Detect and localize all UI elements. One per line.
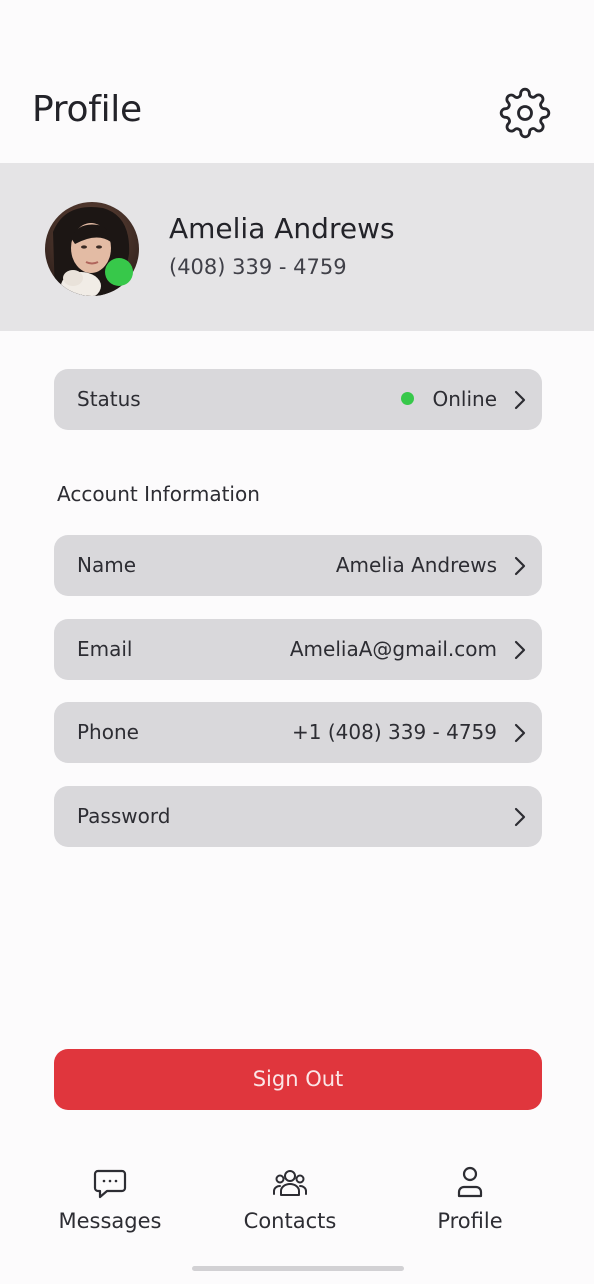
tab-label: Profile: [437, 1209, 503, 1233]
row-label: Phone: [77, 720, 139, 744]
account-row-phone[interactable]: Phone +1 (408) 339 - 4759: [54, 702, 542, 763]
profile-summary-card[interactable]: Amelia Andrews (408) 339 - 4759: [0, 163, 594, 331]
bottom-tab-bar: Messages Contacts Profile: [0, 1148, 594, 1248]
row-label: Name: [77, 553, 137, 577]
chevron-right-icon: [514, 556, 526, 576]
chevron-right-icon: [514, 390, 526, 410]
profile-phone: (408) 339 - 4759: [169, 255, 347, 279]
person-icon: [457, 1166, 483, 1198]
status-value: Online: [432, 387, 497, 411]
row-label: Password: [77, 804, 171, 828]
online-status-dot: [401, 392, 415, 405]
chevron-right-icon: [514, 807, 526, 827]
gear-icon[interactable]: [499, 87, 551, 139]
page-title: Profile: [32, 89, 142, 130]
avatar[interactable]: [45, 202, 139, 296]
tab-label: Messages: [58, 1209, 162, 1233]
contacts-icon: [273, 1170, 307, 1196]
tab-profile[interactable]: Profile: [385, 1148, 555, 1248]
chevron-right-icon: [514, 723, 526, 743]
tab-contacts[interactable]: Contacts: [205, 1148, 375, 1248]
row-label: Email: [77, 637, 133, 661]
status-value-container: Online: [401, 369, 497, 430]
message-bubble-icon: [93, 1169, 127, 1199]
header: Profile: [0, 0, 594, 163]
profile-name: Amelia Andrews: [169, 212, 395, 245]
chevron-right-icon: [514, 640, 526, 660]
row-value: AmeliaA@gmail.com: [289, 637, 497, 661]
online-presence-dot: [105, 258, 133, 286]
row-value: +1 (408) 339 - 4759: [292, 720, 497, 744]
status-label: Status: [77, 387, 141, 411]
account-information-heading: Account Information: [57, 482, 260, 506]
tab-label: Contacts: [243, 1209, 337, 1233]
account-row-name[interactable]: Name Amelia Andrews: [54, 535, 542, 596]
account-row-password[interactable]: Password: [54, 786, 542, 847]
account-row-email[interactable]: Email AmeliaA@gmail.com: [54, 619, 542, 680]
status-row[interactable]: Status Online: [54, 369, 542, 430]
row-value: Amelia Andrews: [335, 553, 497, 577]
sign-out-button[interactable]: Sign Out: [54, 1049, 542, 1110]
home-indicator: [192, 1266, 404, 1271]
tab-messages[interactable]: Messages: [25, 1148, 195, 1248]
settings-button[interactable]: [496, 84, 554, 142]
